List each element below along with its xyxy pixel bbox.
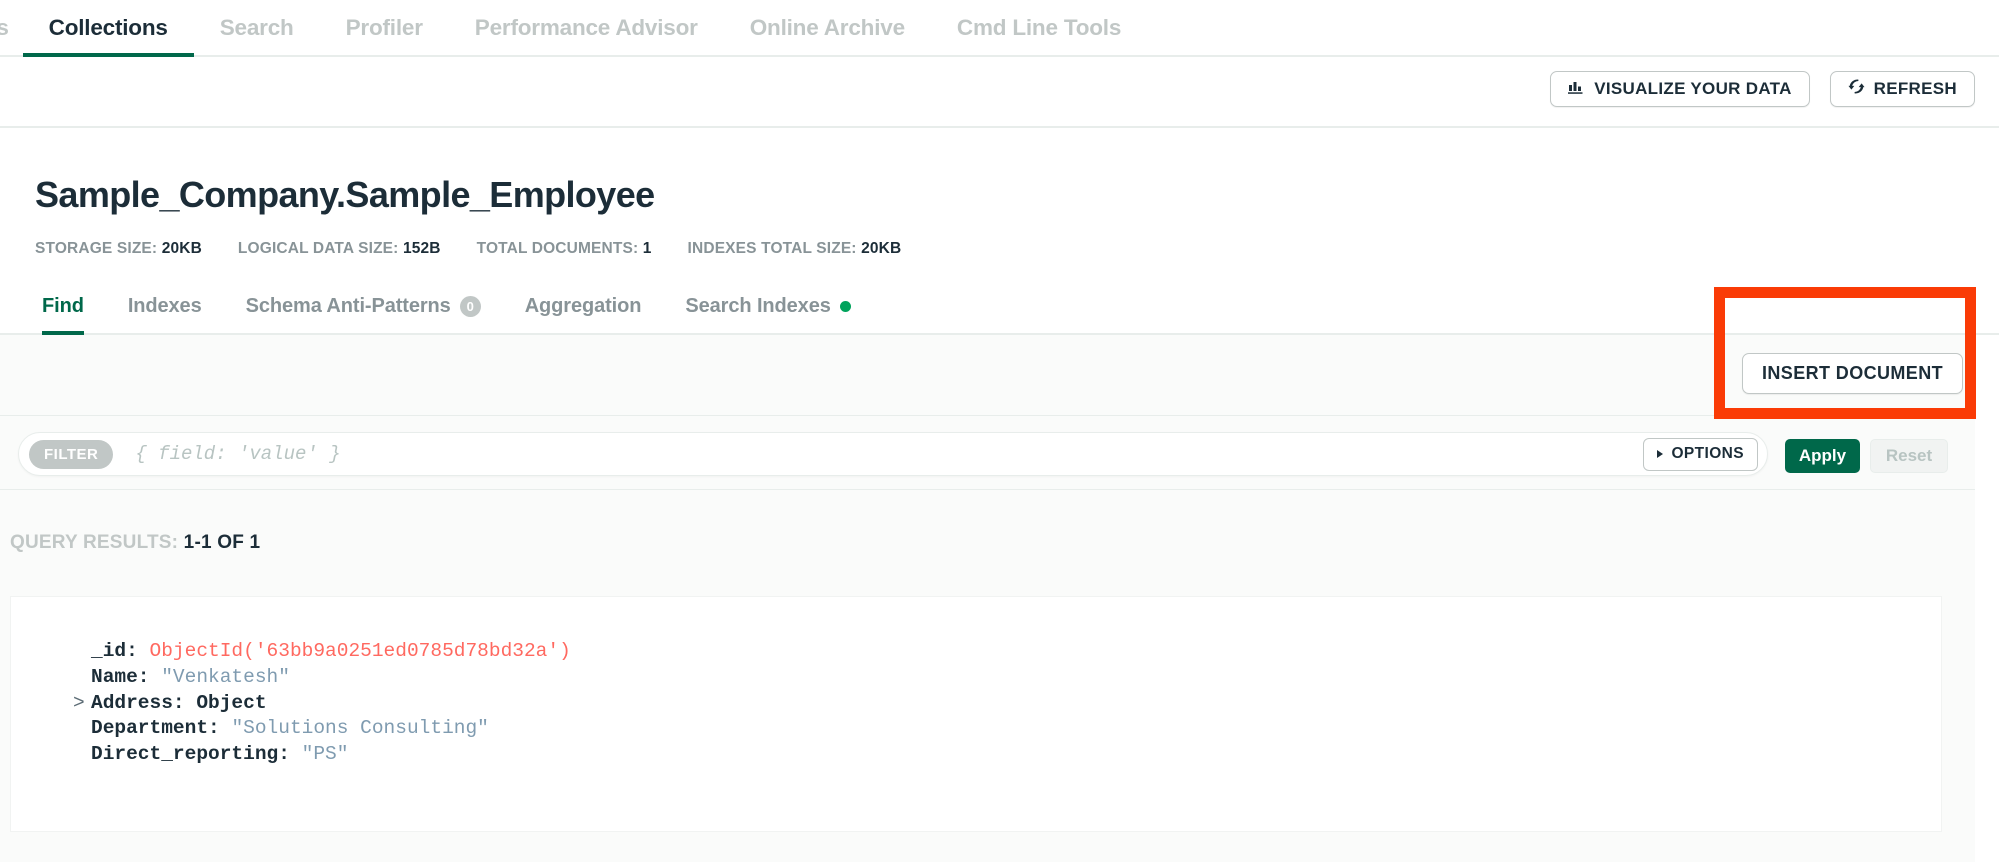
spacer — [290, 743, 302, 765]
document-field-value: Object — [196, 692, 266, 714]
collection-tab-list: Find Indexes Schema Anti-Patterns 0 Aggregat… — [0, 280, 1999, 333]
primary-tab-label: Online Archive — [750, 15, 905, 41]
caret-right-icon — [1657, 450, 1663, 458]
filter-options-label: OPTIONS — [1671, 445, 1744, 463]
collection-tab-label: Schema Anti-Patterns — [246, 295, 451, 318]
refresh-label: REFRESH — [1874, 79, 1957, 99]
refresh-button[interactable]: REFRESH — [1830, 71, 1975, 107]
collection-tab-label: Indexes — [128, 295, 202, 318]
document-field-key: Address: — [91, 692, 185, 714]
document-field-key: Name: — [91, 666, 150, 688]
collection-tab-label: Search Indexes — [685, 295, 830, 318]
chevron-right-icon[interactable]: > — [73, 691, 85, 717]
primary-tab-label: Profiler — [346, 15, 423, 41]
document-field-row: Name: "Venkatesh" — [91, 665, 571, 691]
filter-query-input[interactable] — [135, 443, 1643, 465]
stat-storage-size: STORAGE SIZE: 20KB — [35, 240, 202, 258]
collection-tab-search-indexes[interactable]: Search Indexes — [663, 280, 872, 333]
right-gutter — [1975, 490, 1999, 862]
stat-indexes-total-size: INDEXES TOTAL SIZE: 20KB — [688, 240, 902, 258]
document-field-key: _id: — [91, 640, 138, 662]
document-field-value: ObjectId('63bb9a0251ed0785d78bd32a') — [150, 640, 571, 662]
filter-input-container[interactable]: FILTER OPTIONS — [18, 432, 1768, 476]
status-dot-icon — [840, 301, 851, 312]
stat-value: 1 — [638, 240, 651, 257]
document-field-key: Department: — [91, 717, 220, 739]
bar-chart-icon — [1568, 79, 1585, 100]
collection-tab-find[interactable]: Find — [20, 280, 106, 333]
primary-tab-cs[interactable]: cs — [0, 0, 23, 55]
primary-tab-label: Collections — [49, 15, 168, 41]
document-field-row: Direct_reporting: "PS" — [91, 742, 571, 768]
reset-filter-button: Reset — [1870, 439, 1948, 473]
apply-filter-button[interactable]: Apply — [1785, 439, 1860, 473]
primary-tab-label: Performance Advisor — [475, 15, 698, 41]
primary-tab-profiler[interactable]: Profiler — [320, 0, 449, 55]
primary-tab-online-archive[interactable]: Online Archive — [724, 0, 931, 55]
query-results-summary: QUERY RESULTS: 1-1 OF 1 — [10, 532, 260, 554]
collection-tab-schema-anti-patterns[interactable]: Schema Anti-Patterns 0 — [224, 280, 503, 333]
collection-header: Sample_Company.Sample_Employee STORAGE S… — [0, 128, 1999, 280]
stat-logical-data-size: LOGICAL DATA SIZE: 152B — [238, 240, 441, 258]
query-results-area: QUERY RESULTS: 1-1 OF 1 _id: ObjectId('6… — [0, 490, 1999, 862]
primary-tab-label: Search — [220, 15, 294, 41]
document-field-value: "PS" — [302, 743, 349, 765]
filter-bar: FILTER OPTIONS Apply Reset — [0, 416, 1999, 490]
document-fields: _id: ObjectId('63bb9a0251ed0785d78bd32a'… — [91, 639, 571, 768]
collection-stats: STORAGE SIZE: 20KB LOGICAL DATA SIZE: 152… — [35, 240, 901, 258]
primary-tab-bar: cs Collections Search Profiler Performance A… — [0, 0, 1999, 57]
stat-value: 20KB — [857, 240, 902, 257]
document-field-value: "Solutions Consulting" — [231, 717, 488, 739]
stat-value: 20KB — [157, 240, 202, 257]
refresh-icon — [1848, 78, 1865, 100]
insert-document-row: INSERT DOCUMENT — [0, 335, 1999, 416]
stat-value: 152B — [398, 240, 440, 257]
visualize-your-data-label: VISUALIZE YOUR DATA — [1594, 79, 1791, 99]
query-results-label: QUERY RESULTS: — [10, 532, 178, 553]
spacer — [185, 692, 197, 714]
primary-tab-performance-advisor[interactable]: Performance Advisor — [449, 0, 724, 55]
stat-label: STORAGE SIZE: — [35, 240, 157, 257]
anti-patterns-count-badge: 0 — [460, 296, 481, 317]
stat-total-documents: TOTAL DOCUMENTS: 1 — [477, 240, 652, 258]
collection-tab-aggregation[interactable]: Aggregation — [503, 280, 664, 333]
stat-label: LOGICAL DATA SIZE: — [238, 240, 399, 257]
primary-tab-label: Cmd Line Tools — [957, 15, 1121, 41]
primary-tab-list: cs Collections Search Profiler Performance A… — [0, 0, 1999, 55]
action-bar-buttons: VISUALIZE YOUR DATA REFRESH — [1550, 71, 1975, 107]
stat-label: INDEXES TOTAL SIZE: — [688, 240, 857, 257]
document-field-row: _id: ObjectId('63bb9a0251ed0785d78bd32a'… — [91, 639, 571, 665]
collection-tab-label: Aggregation — [525, 295, 642, 318]
visualize-your-data-button[interactable]: VISUALIZE YOUR DATA — [1550, 71, 1809, 107]
document-card[interactable]: _id: ObjectId('63bb9a0251ed0785d78bd32a'… — [10, 596, 1942, 832]
filter-options-button[interactable]: OPTIONS — [1643, 438, 1758, 471]
query-results-count: 1-1 OF 1 — [184, 532, 261, 553]
spacer — [150, 666, 162, 688]
filter-chip-label: FILTER — [29, 440, 113, 469]
primary-tab-collections[interactable]: Collections — [23, 0, 194, 55]
primary-tab-search[interactable]: Search — [194, 0, 320, 55]
spacer — [220, 717, 232, 739]
document-field-row: >Address: Object — [91, 691, 571, 717]
collection-tab-indexes[interactable]: Indexes — [106, 280, 224, 333]
collection-tab-bar: Find Indexes Schema Anti-Patterns 0 Aggregat… — [0, 280, 1999, 335]
action-bar: VISUALIZE YOUR DATA REFRESH — [0, 57, 1999, 128]
primary-tab-cmd-line-tools[interactable]: Cmd Line Tools — [931, 0, 1147, 55]
collection-tab-label: Find — [42, 295, 84, 318]
primary-tab-label: cs — [0, 15, 9, 41]
document-field-row: Department: "Solutions Consulting" — [91, 716, 571, 742]
document-field-value: "Venkatesh" — [161, 666, 290, 688]
insert-document-button[interactable]: INSERT DOCUMENT — [1742, 353, 1963, 394]
spacer — [138, 640, 150, 662]
document-field-key: Direct_reporting: — [91, 743, 290, 765]
right-gutter-upper — [1975, 335, 1999, 490]
stat-label: TOTAL DOCUMENTS: — [477, 240, 639, 257]
page-title: Sample_Company.Sample_Employee — [35, 174, 655, 216]
